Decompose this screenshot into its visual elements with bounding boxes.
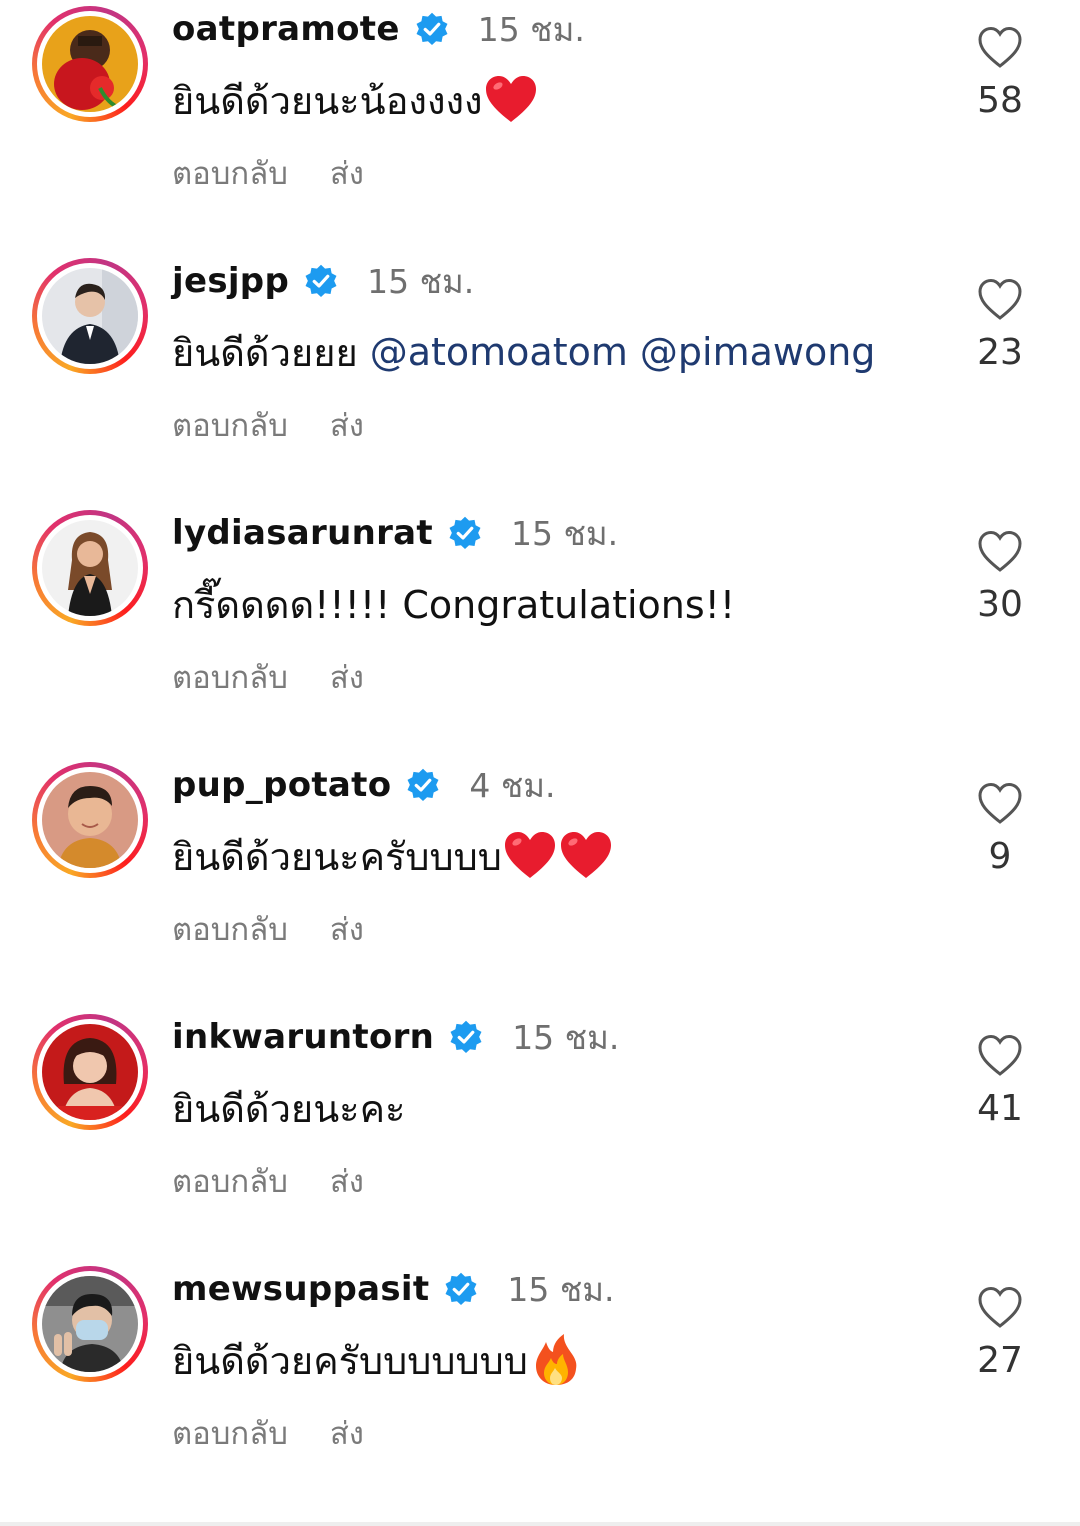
like-count: 27 xyxy=(977,1340,1023,1381)
divider xyxy=(0,1522,1080,1526)
comment-item: jesjpp 15 ชม. ยินดีด้วยยย @atomoatom @pi… xyxy=(0,252,1080,504)
comment-text: กรี๊ดดดด!!!!! Congratulations!! xyxy=(172,574,735,634)
red-heart-emoji-icon xyxy=(485,76,536,122)
comment-item: mewsuppasit 15 ชม. ยินดีด้วยครับบบบบบบ ต… xyxy=(0,1260,1080,1512)
comment-text: ยินดีด้วยนะครับบบบ xyxy=(172,826,614,886)
like-heart-icon[interactable] xyxy=(976,24,1024,72)
avatar[interactable] xyxy=(42,520,138,616)
username[interactable]: jesjpp xyxy=(172,261,289,301)
like-count: 30 xyxy=(977,584,1023,625)
comment-text-content: ยินดีด้วยนะครับบบบ xyxy=(172,834,502,879)
send-button[interactable]: ส่ง xyxy=(330,400,364,450)
reply-button[interactable]: ตอบกลับ xyxy=(172,1408,288,1458)
comment-timestamp: 4 ชม. xyxy=(469,765,556,805)
verified-badge-icon xyxy=(449,516,481,550)
like-heart-icon[interactable] xyxy=(976,528,1024,576)
comment-text: ยินดีด้วยยย @atomoatom @pimawong xyxy=(172,322,875,382)
send-button[interactable]: ส่ง xyxy=(330,1408,364,1458)
comment-text-content: ยินดีด้วยนะคะ xyxy=(172,1086,406,1131)
avatar[interactable] xyxy=(42,16,138,112)
reply-button[interactable]: ตอบกลับ xyxy=(172,904,288,954)
red-heart-emoji-icon xyxy=(504,832,555,878)
comment-actions: ตอบกลับ ส่ง xyxy=(172,904,364,954)
comment-item: inkwaruntorn 15 ชม. ยินดีด้วยนะคะ ตอบกลั… xyxy=(0,1008,1080,1260)
avatar-story-ring[interactable] xyxy=(32,510,148,626)
comment-text: ยินดีด้วยนะน้องงงง xyxy=(172,70,539,130)
reply-button[interactable]: ตอบกลับ xyxy=(172,1156,288,1206)
reply-button[interactable]: ตอบกลับ xyxy=(172,400,288,450)
like-heart-icon[interactable] xyxy=(976,276,1024,324)
avatar-story-ring[interactable] xyxy=(32,258,148,374)
avatar[interactable] xyxy=(42,268,138,364)
like-heart-icon[interactable] xyxy=(976,780,1024,828)
like-heart-icon[interactable] xyxy=(976,1032,1024,1080)
comment-item: lydiasarunrat 15 ชม. กรี๊ดดดด!!!!! Congr… xyxy=(0,504,1080,756)
avatar[interactable] xyxy=(42,1276,138,1372)
like-count: 58 xyxy=(977,80,1023,121)
comment-timestamp: 15 ชม. xyxy=(512,1017,620,1057)
mention-link[interactable]: @pimawong xyxy=(640,330,876,374)
avatar-story-ring[interactable] xyxy=(32,1014,148,1130)
like-count: 9 xyxy=(988,836,1012,877)
username[interactable]: inkwaruntorn xyxy=(172,1017,434,1057)
comment-timestamp: 15 ชม. xyxy=(367,261,475,301)
username[interactable]: oatpramote xyxy=(172,9,400,49)
comment-item: pup_potato 4 ชม. ยินดีด้วยนะครับบบบ ตอบก… xyxy=(0,756,1080,1008)
comment-timestamp: 15 ชม. xyxy=(507,1269,615,1309)
avatar-story-ring[interactable] xyxy=(32,1266,148,1382)
verified-badge-icon xyxy=(407,768,439,802)
like-heart-icon[interactable] xyxy=(976,1284,1024,1332)
reply-button[interactable]: ตอบกลับ xyxy=(172,148,288,198)
comment-text: ยินดีด้วยครับบบบบบบ xyxy=(172,1330,584,1390)
like-count: 41 xyxy=(977,1088,1023,1129)
comment-text-content: กรี๊ดดดด!!!!! Congratulations!! xyxy=(172,582,736,627)
verified-badge-icon xyxy=(305,264,337,298)
verified-badge-icon xyxy=(416,12,448,46)
comment-text-content: ยินดีด้วยนะน้องงงง xyxy=(172,78,483,123)
username[interactable]: mewsuppasit xyxy=(172,1269,429,1309)
mention-link[interactable]: @atomoatom xyxy=(370,330,628,374)
comment-item: oatpramote 15 ชม. ยินดีด้วยนะน้องงงง ตอบ… xyxy=(0,0,1080,252)
comment-timestamp: 15 ชม. xyxy=(477,9,585,49)
comment-timestamp: 15 ชม. xyxy=(510,513,619,553)
username[interactable]: lydiasarunrat xyxy=(172,513,433,553)
comment-actions: ตอบกลับ ส่ง xyxy=(172,652,364,702)
comment-text-content: ยินดีด้วยครับบบบบบบ xyxy=(172,1338,528,1383)
reply-button[interactable]: ตอบกลับ xyxy=(172,652,288,702)
avatar[interactable] xyxy=(42,1024,138,1120)
comment-actions: ตอบกลับ ส่ง xyxy=(172,400,364,450)
verified-badge-icon xyxy=(450,1020,482,1054)
avatar-story-ring[interactable] xyxy=(32,6,148,122)
avatar[interactable] xyxy=(42,772,138,868)
avatar-story-ring[interactable] xyxy=(32,762,148,878)
username[interactable]: pup_potato xyxy=(172,765,391,805)
send-button[interactable]: ส่ง xyxy=(330,148,364,198)
comment-actions: ตอบกลับ ส่ง xyxy=(172,1408,364,1458)
comment-actions: ตอบกลับ ส่ง xyxy=(172,148,364,198)
send-button[interactable]: ส่ง xyxy=(330,904,364,954)
comment-text-content: ยินดีด้วยยย xyxy=(172,330,358,375)
send-button[interactable]: ส่ง xyxy=(330,652,364,702)
like-count: 23 xyxy=(977,332,1023,373)
comment-actions: ตอบกลับ ส่ง xyxy=(172,1156,364,1206)
send-button[interactable]: ส่ง xyxy=(330,1156,364,1206)
red-heart-emoji-icon xyxy=(560,832,611,878)
comment-text: ยินดีด้วยนะคะ xyxy=(172,1078,405,1138)
fire-emoji-icon xyxy=(535,1334,577,1385)
verified-badge-icon xyxy=(445,1272,477,1306)
